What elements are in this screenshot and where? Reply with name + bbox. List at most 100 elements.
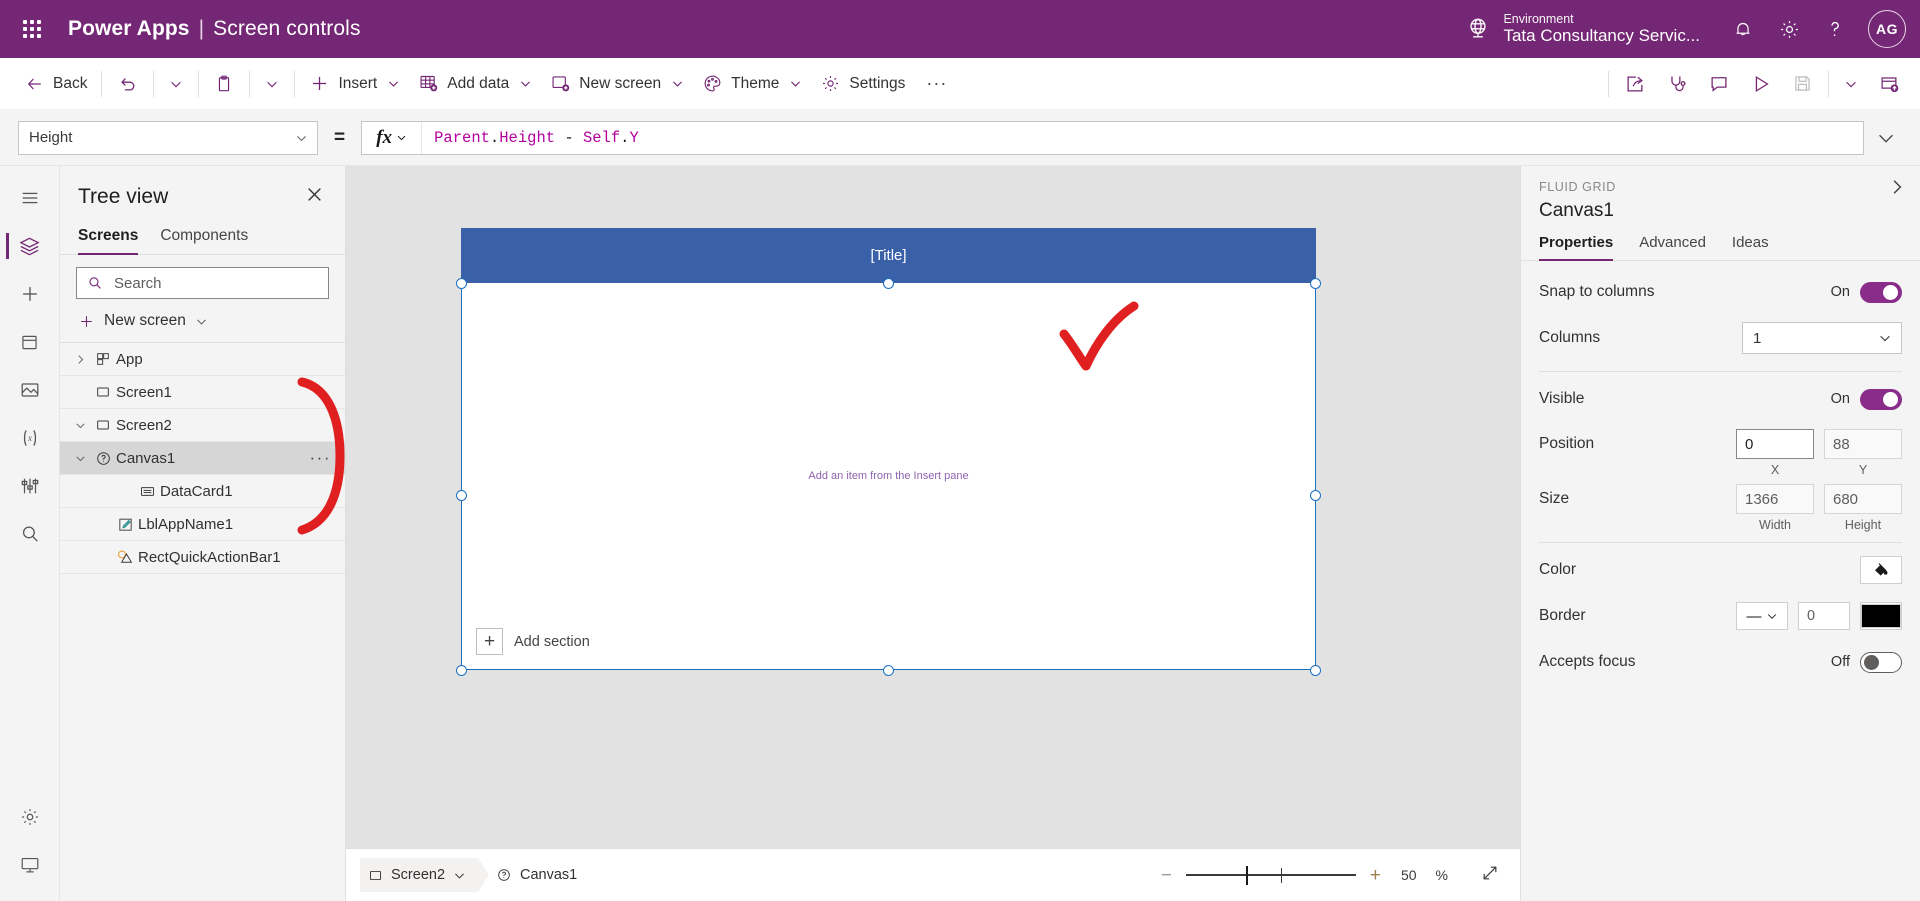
comments-button[interactable]: [1698, 64, 1740, 104]
paste-dropdown[interactable]: [255, 64, 289, 104]
border-width-input[interactable]: 0: [1798, 602, 1850, 630]
fit-to-screen-button[interactable]: [1480, 863, 1500, 888]
canvas-control-body[interactable]: Add an item from the Insert pane + Add s…: [461, 283, 1316, 670]
breadcrumb-screen2[interactable]: Screen2: [360, 858, 478, 892]
resize-handle-bottom-left[interactable]: [456, 665, 467, 676]
help-button[interactable]: [1812, 6, 1858, 52]
settings-command-label: Settings: [849, 75, 905, 93]
tab-screens[interactable]: Screens: [78, 222, 138, 254]
zoom-slider-thumb[interactable]: [1246, 866, 1249, 885]
tree-node-more-button[interactable]: ···: [310, 448, 331, 468]
tree-node-rectquickactionbar1[interactable]: RectQuickActionBar1: [60, 541, 345, 574]
chevron-down-icon[interactable]: [70, 453, 90, 464]
collapse-properties-button[interactable]: [1888, 178, 1906, 201]
app-screen-preview[interactable]: [Title] Add an item from the Insert pane…: [461, 228, 1316, 670]
zoom-in-button[interactable]: +: [1370, 866, 1381, 885]
chevron-right-icon[interactable]: [70, 354, 90, 365]
share-button[interactable]: [1614, 64, 1656, 104]
add-data-button[interactable]: Add data: [409, 64, 541, 104]
gear-icon: [19, 806, 41, 828]
resize-handle-top-left[interactable]: [456, 278, 467, 289]
rail-item-insert[interactable]: [6, 270, 54, 318]
tree-node-screen2[interactable]: Screen2: [60, 409, 345, 442]
tree-node-lblappname1[interactable]: LblAppName1: [60, 508, 345, 541]
theme-button[interactable]: Theme: [693, 64, 811, 104]
insert-button[interactable]: Insert: [300, 64, 409, 104]
save-button[interactable]: [1782, 64, 1823, 104]
accepts-focus-toggle[interactable]: [1860, 652, 1902, 673]
border-color-button[interactable]: [1860, 602, 1902, 630]
columns-select[interactable]: 1: [1742, 322, 1902, 354]
snap-to-columns-toggle[interactable]: [1860, 282, 1902, 303]
new-screen-icon: [550, 73, 571, 94]
search-box[interactable]: [76, 267, 329, 299]
undo-button[interactable]: [107, 64, 148, 104]
border-style-select[interactable]: —: [1736, 602, 1788, 630]
tree-node-app[interactable]: App: [60, 343, 345, 376]
rail-item-tools[interactable]: [6, 462, 54, 510]
command-overflow-button[interactable]: ···: [914, 64, 959, 104]
property-row-accepts-focus: Accepts focus Off: [1539, 639, 1902, 685]
avatar[interactable]: AG: [1868, 10, 1906, 48]
tree-node-screen1[interactable]: Screen1: [60, 376, 345, 409]
paste-button[interactable]: [204, 64, 244, 104]
preview-button[interactable]: [1740, 64, 1782, 104]
resize-handle-bottom-right[interactable]: [1310, 665, 1321, 676]
rail-item-search[interactable]: [6, 510, 54, 558]
add-section-button[interactable]: + Add section: [476, 628, 590, 655]
rail-item-variables[interactable]: x: [6, 414, 54, 462]
publish-button[interactable]: [1868, 64, 1910, 104]
accepts-focus-control: Off: [1831, 652, 1902, 673]
rail-item-data[interactable]: [6, 318, 54, 366]
resize-handle-bottom-center[interactable]: [883, 665, 894, 676]
size-height-input[interactable]: 680: [1824, 484, 1902, 514]
settings-command-button[interactable]: Settings: [811, 64, 914, 104]
tab-components[interactable]: Components: [160, 222, 248, 254]
tab-advanced[interactable]: Advanced: [1639, 234, 1706, 260]
undo-dropdown[interactable]: [159, 64, 193, 104]
rail-item-monitor[interactable]: [6, 841, 54, 889]
tab-ideas[interactable]: Ideas: [1732, 234, 1769, 260]
rail-item-media[interactable]: [6, 366, 54, 414]
property-selector[interactable]: Height: [18, 121, 318, 155]
back-button[interactable]: Back: [16, 64, 96, 104]
formula-input[interactable]: Parent.Height - Self.Y: [422, 122, 1863, 154]
zoom-out-button[interactable]: −: [1161, 866, 1172, 885]
border-label: Border: [1539, 607, 1736, 625]
search-input[interactable]: [112, 274, 318, 293]
size-width-input[interactable]: 1366: [1736, 484, 1814, 514]
resize-handle-top-center[interactable]: [883, 278, 894, 289]
size-width-group: 1366 Width: [1736, 484, 1814, 532]
settings-button[interactable]: [1766, 6, 1812, 52]
new-screen-button[interactable]: New screen: [541, 64, 693, 104]
rail-item-settings[interactable]: [6, 793, 54, 841]
tree-node-datacard1[interactable]: DataCard1: [60, 475, 345, 508]
tab-properties[interactable]: Properties: [1539, 234, 1613, 260]
resize-handle-middle-right[interactable]: [1310, 490, 1321, 501]
zoom-slider[interactable]: [1186, 866, 1356, 884]
save-dropdown[interactable]: [1834, 64, 1868, 104]
app-launcher-button[interactable]: [10, 7, 54, 51]
resize-handle-middle-left[interactable]: [456, 490, 467, 501]
formula-token: Height: [499, 129, 555, 147]
rail-item-menu[interactable]: [6, 174, 54, 222]
formula-input-wrapper[interactable]: fx Parent.Height - Self.Y: [361, 121, 1864, 155]
position-y-caption: Y: [1859, 463, 1867, 477]
chevron-down-icon[interactable]: [70, 420, 90, 431]
position-x-input[interactable]: 0: [1736, 429, 1814, 459]
breadcrumb-canvas1[interactable]: Canvas1: [488, 858, 589, 892]
rail-item-tree-view[interactable]: [6, 222, 54, 270]
environment-picker[interactable]: Environment Tata Consultancy Servic...: [1465, 12, 1700, 46]
tree-node-canvas1[interactable]: Canvas1···: [60, 442, 345, 475]
zoom-slider-tick: [1281, 868, 1283, 883]
notifications-button[interactable]: [1720, 6, 1766, 52]
color-picker-button[interactable]: [1860, 556, 1902, 584]
formula-bar-expand-button[interactable]: [1864, 127, 1908, 149]
position-y-input[interactable]: 88: [1824, 429, 1902, 459]
visible-toggle[interactable]: [1860, 389, 1902, 410]
app-checker-button[interactable]: [1656, 64, 1698, 104]
close-tree-view-button[interactable]: [302, 182, 327, 212]
new-screen-menu-button[interactable]: New screen: [60, 303, 345, 343]
resize-handle-top-right[interactable]: [1310, 278, 1321, 289]
fx-button[interactable]: fx: [362, 122, 422, 154]
